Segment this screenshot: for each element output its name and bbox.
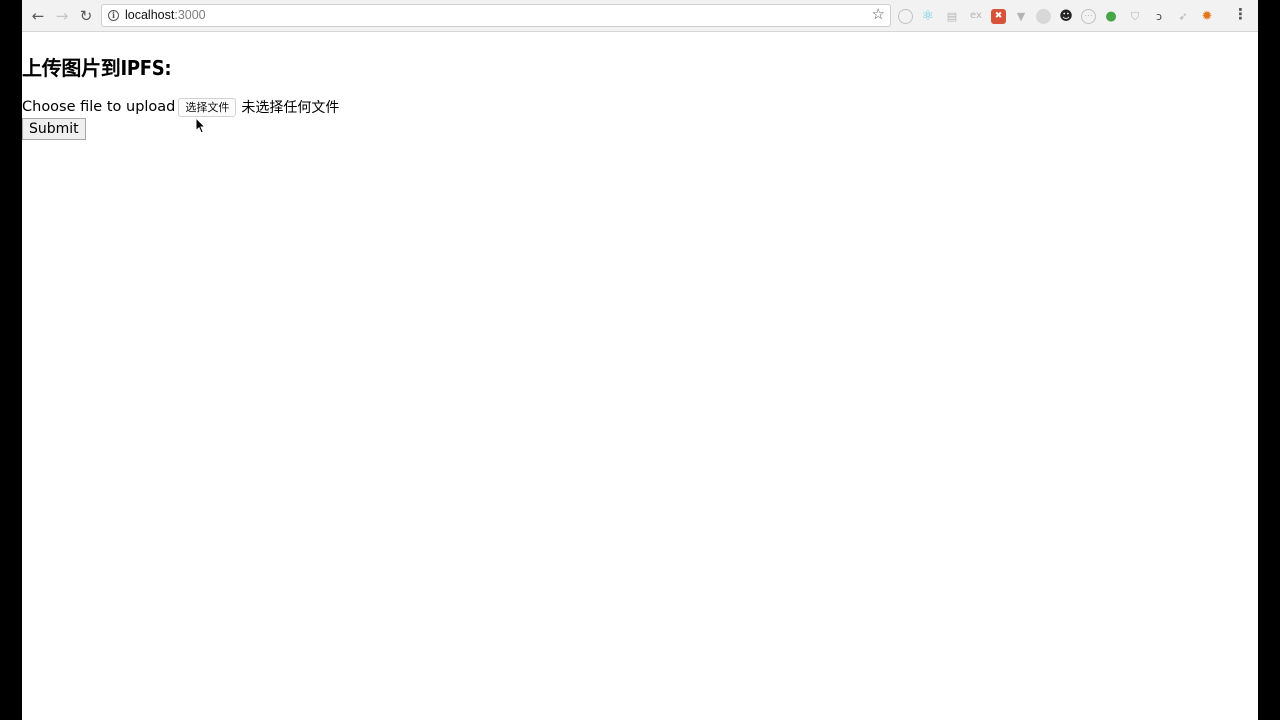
page-content: 上传图片到IPFS: Choose file to upload 选择文件 未选… [22, 32, 1258, 720]
arrow-left-icon: ← [31, 6, 45, 25]
ext-red-icon[interactable]: ✖ [991, 8, 1006, 24]
ext-gray-circle-icon[interactable] [1036, 8, 1051, 24]
vue-devtools-icon[interactable]: ▼ [1012, 7, 1030, 25]
ext-circle-icon[interactable] [898, 8, 913, 24]
browser-toolbar: ← → ↻ i localhost:3000 ☆ ⚛ ▤ ex ✖ ▼ ☻ ⋯ … [22, 0, 1258, 32]
upload-label: Choose file to upload [22, 99, 176, 115]
url-text[interactable]: localhost:3000 [125, 8, 206, 22]
mouse-cursor-icon [195, 117, 207, 134]
kebab-menu-icon[interactable]: ⋮ [1233, 7, 1248, 22]
url-port: :3000 [174, 8, 206, 22]
forward-button[interactable]: → [52, 6, 72, 26]
ext-dots-icon[interactable]: ⋯ [1081, 8, 1096, 24]
ext-ex-icon[interactable]: ex [967, 7, 985, 25]
page-title: 上传图片到IPFS: [22, 56, 172, 80]
shield-icon[interactable]: ⛉ [1126, 7, 1144, 25]
wechat-icon[interactable]: ● [1102, 7, 1120, 25]
ext-doc-icon[interactable]: ▤ [943, 7, 961, 25]
back-button[interactable]: ← [28, 6, 48, 26]
extensions-bar: ⚛ ▤ ex ✖ ▼ ☻ ⋯ ● ⛉ ↄ ➶ ✹ [898, 7, 1216, 25]
address-bar[interactable]: i localhost:3000 ☆ [101, 4, 891, 27]
browser-window: ← → ↻ i localhost:3000 ☆ ⚛ ▤ ex ✖ ▼ ☻ ⋯ … [22, 0, 1258, 720]
ext-arrow-icon[interactable]: ➶ [1174, 7, 1192, 25]
url-host: localhost [125, 8, 175, 22]
info-icon[interactable]: i [108, 10, 119, 21]
ext-swirl-icon[interactable]: ↄ [1150, 7, 1168, 25]
choose-file-button[interactable]: 选择文件 [178, 97, 237, 117]
panda-icon[interactable]: ☻ [1057, 7, 1075, 25]
react-devtools-icon[interactable]: ⚛ [919, 7, 937, 25]
file-status-text: 未选择任何文件 [241, 100, 340, 116]
bookmark-star-icon[interactable]: ☆ [872, 7, 885, 22]
reload-button[interactable]: ↻ [76, 6, 96, 26]
metamask-fox-icon[interactable]: ✹ [1198, 7, 1216, 25]
reload-icon: ↻ [79, 6, 93, 25]
upload-row: Choose file to upload 选择文件 未选择任何文件 [22, 96, 339, 118]
submit-button[interactable]: Submit [22, 118, 86, 140]
arrow-right-icon: → [55, 6, 69, 25]
